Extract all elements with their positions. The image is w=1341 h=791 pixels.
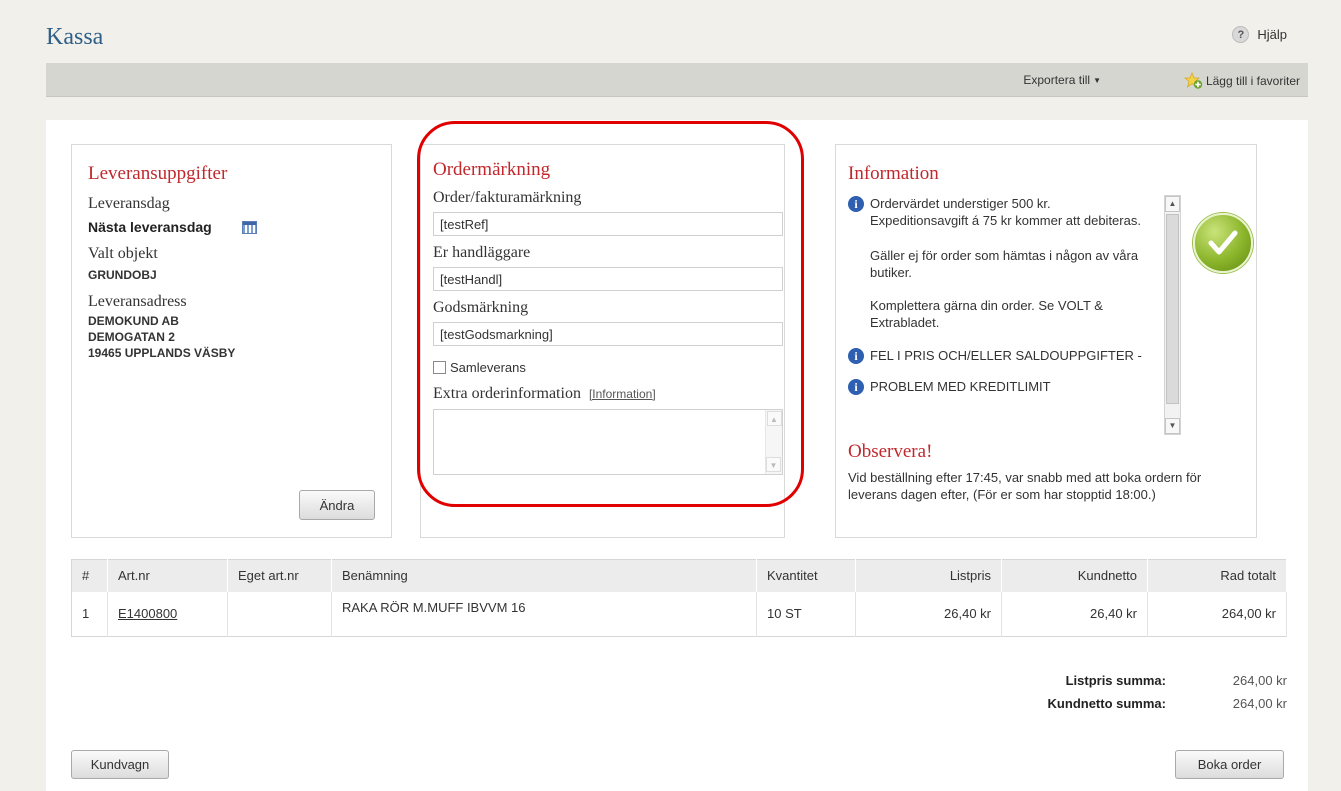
info-message-text: Ordervärdet understiger 500 kr. Expediti… [870, 196, 1141, 228]
item-name: RAKA RÖR M.MUFF IBVVM 16 [331, 591, 757, 637]
column-header: Kundnetto [1001, 559, 1148, 592]
own-art-cell [227, 591, 332, 637]
information-link[interactable]: [Information] [589, 387, 656, 401]
list-sum-label: Listpris summa: [1065, 673, 1166, 688]
goods-marking-input[interactable]: [testGodsmarkning] [433, 322, 783, 346]
delivery-day-value: Nästa leveransdag [88, 219, 212, 235]
information-list: i Ordervärdet understiger 500 kr. Expedi… [848, 195, 1188, 435]
extra-info-label: Extra orderinformation [433, 385, 581, 402]
toolbar: Exportera till ▼ Lägg till i favoriter [46, 63, 1308, 97]
info-message-text: PROBLEM MED KREDITLIMIT [870, 379, 1051, 394]
item-list-price: 26,40 kr [855, 591, 1002, 637]
net-sum-row: Kundnetto summa: 264,00 kr [996, 696, 1287, 719]
chevron-down-icon: ▼ [1093, 76, 1101, 85]
extra-info-row: Extra orderinformation [Information] [433, 385, 772, 403]
cart-button[interactable]: Kundvagn [71, 750, 169, 779]
export-dropdown[interactable]: Exportera till ▼ [1023, 73, 1101, 87]
handler-input[interactable]: [testHandl] [433, 267, 783, 291]
order-marking-title: Ordermärkning [433, 159, 551, 180]
table-header-row: # Art.nr Eget art.nr Benämning Kvantitet… [71, 559, 1287, 592]
column-header: Listpris [855, 559, 1002, 592]
extra-info-textarea[interactable]: ▲ ▼ [433, 409, 783, 475]
column-header: Eget art.nr [227, 559, 332, 592]
help-icon: ? [1232, 26, 1250, 43]
delivery-day-row: Nästa leveransdag [88, 219, 375, 235]
info-paragraph: Gäller ej för order som hämtas i någon a… [870, 248, 1139, 280]
item-net-price: 26,40 kr [1001, 591, 1148, 637]
combined-delivery-label: Samleverans [450, 360, 526, 375]
combined-delivery-row: Samleverans [433, 360, 772, 375]
column-header: Kvantitet [756, 559, 856, 592]
object-label: Valt objekt [88, 245, 158, 262]
table-row: 1 E1400800 RAKA RÖR M.MUFF IBVVM 16 10 S… [71, 591, 1287, 637]
list-sum-value: 264,00 kr [1232, 673, 1287, 688]
help-label: Hjälp [1257, 27, 1287, 42]
info-paragraph: Komplettera gärna din order. Se VOLT & E… [870, 298, 1103, 330]
address-line: DEMOKUND AB [88, 314, 179, 328]
order-lines-table: # Art.nr Eget art.nr Benämning Kvantitet… [71, 559, 1287, 637]
scroll-down-icon[interactable]: ▼ [766, 457, 781, 472]
art-cell: E1400800 [107, 591, 228, 637]
info-icon: i [848, 196, 864, 212]
info-icon: i [848, 348, 864, 364]
list-sum-row: Listpris summa: 264,00 kr [996, 673, 1287, 696]
add-favorite-label: Lägg till i favoriter [1205, 74, 1300, 88]
scroll-thumb[interactable] [1166, 214, 1179, 404]
item-row-total: 264,00 kr [1147, 591, 1287, 637]
invoice-ref-label: Order/fakturamärkning [433, 189, 582, 206]
change-button[interactable]: Ändra [299, 490, 375, 520]
column-header: Benämning [331, 559, 757, 592]
object-value: GRUNDOBJ [88, 268, 157, 282]
address-block: DEMOKUND AB DEMOGATAN 2 19465 UPPLANDS V… [88, 313, 375, 361]
totals: Listpris summa: 264,00 kr Kundnetto summ… [996, 673, 1287, 719]
address-line: DEMOGATAN 2 [88, 330, 175, 344]
info-icon: i [848, 379, 864, 395]
checkout-panel: Leveransuppgifter Leveransdag Nästa leve… [46, 120, 1308, 791]
page-title: Kassa [46, 24, 104, 50]
information-box: Information i Ordervärdet understiger 50… [835, 144, 1257, 538]
calendar-icon[interactable] [241, 220, 257, 234]
observe-title: Observera! [848, 441, 933, 462]
info-message: i FEL I PRIS OCH/ELLER SALDOUPPGIFTER - [848, 347, 1148, 364]
scroll-up-icon[interactable]: ▲ [1165, 196, 1180, 212]
checkmark-icon [1193, 213, 1253, 273]
column-header: Art.nr [107, 559, 228, 592]
delivery-box: Leveransuppgifter Leveransdag Nästa leve… [71, 144, 392, 538]
net-sum-label: Kundnetto summa: [1047, 696, 1166, 711]
column-header: # [71, 559, 108, 592]
book-order-button[interactable]: Boka order [1175, 750, 1284, 779]
address-line: 19465 UPPLANDS VÄSBY [88, 346, 236, 360]
net-sum-value: 264,00 kr [1232, 696, 1287, 711]
order-marking-box: Ordermärkning Order/fakturamärkning [tes… [420, 144, 785, 538]
delivery-title: Leveransuppgifter [88, 163, 228, 184]
info-message-text: FEL I PRIS OCH/ELLER SALDOUPPGIFTER - [870, 348, 1142, 363]
add-favorite-button[interactable]: Lägg till i favoriter [1183, 71, 1300, 90]
info-message: i PROBLEM MED KREDITLIMIT [848, 378, 1148, 395]
information-title: Information [848, 163, 939, 184]
column-header: Rad totalt [1147, 559, 1287, 592]
address-label: Leveransadress [88, 293, 187, 310]
goods-marking-label: Godsmärkning [433, 299, 529, 316]
export-label: Exportera till [1023, 73, 1091, 87]
scroll-up-icon[interactable]: ▲ [766, 411, 782, 426]
textarea-scrollbar[interactable]: ▲ ▼ [765, 410, 782, 474]
observe-text: Vid beställning efter 17:45, var snabb m… [848, 470, 1202, 502]
invoice-ref-input[interactable]: [testRef] [433, 212, 783, 236]
delivery-day-label: Leveransdag [88, 195, 170, 212]
info-message: i Ordervärdet understiger 500 kr. Expedi… [848, 195, 1148, 229]
article-link[interactable]: E1400800 [118, 606, 177, 621]
handler-label: Er handläggare [433, 244, 531, 261]
row-number: 1 [71, 591, 108, 637]
information-scrollbar[interactable]: ▲ ▼ [1164, 195, 1181, 435]
combined-delivery-checkbox[interactable] [433, 361, 446, 374]
scroll-down-icon[interactable]: ▼ [1165, 418, 1180, 434]
star-plus-icon [1183, 71, 1203, 90]
help-link[interactable]: ? Hjälp [1232, 26, 1287, 43]
item-quantity: 10 ST [756, 591, 856, 637]
